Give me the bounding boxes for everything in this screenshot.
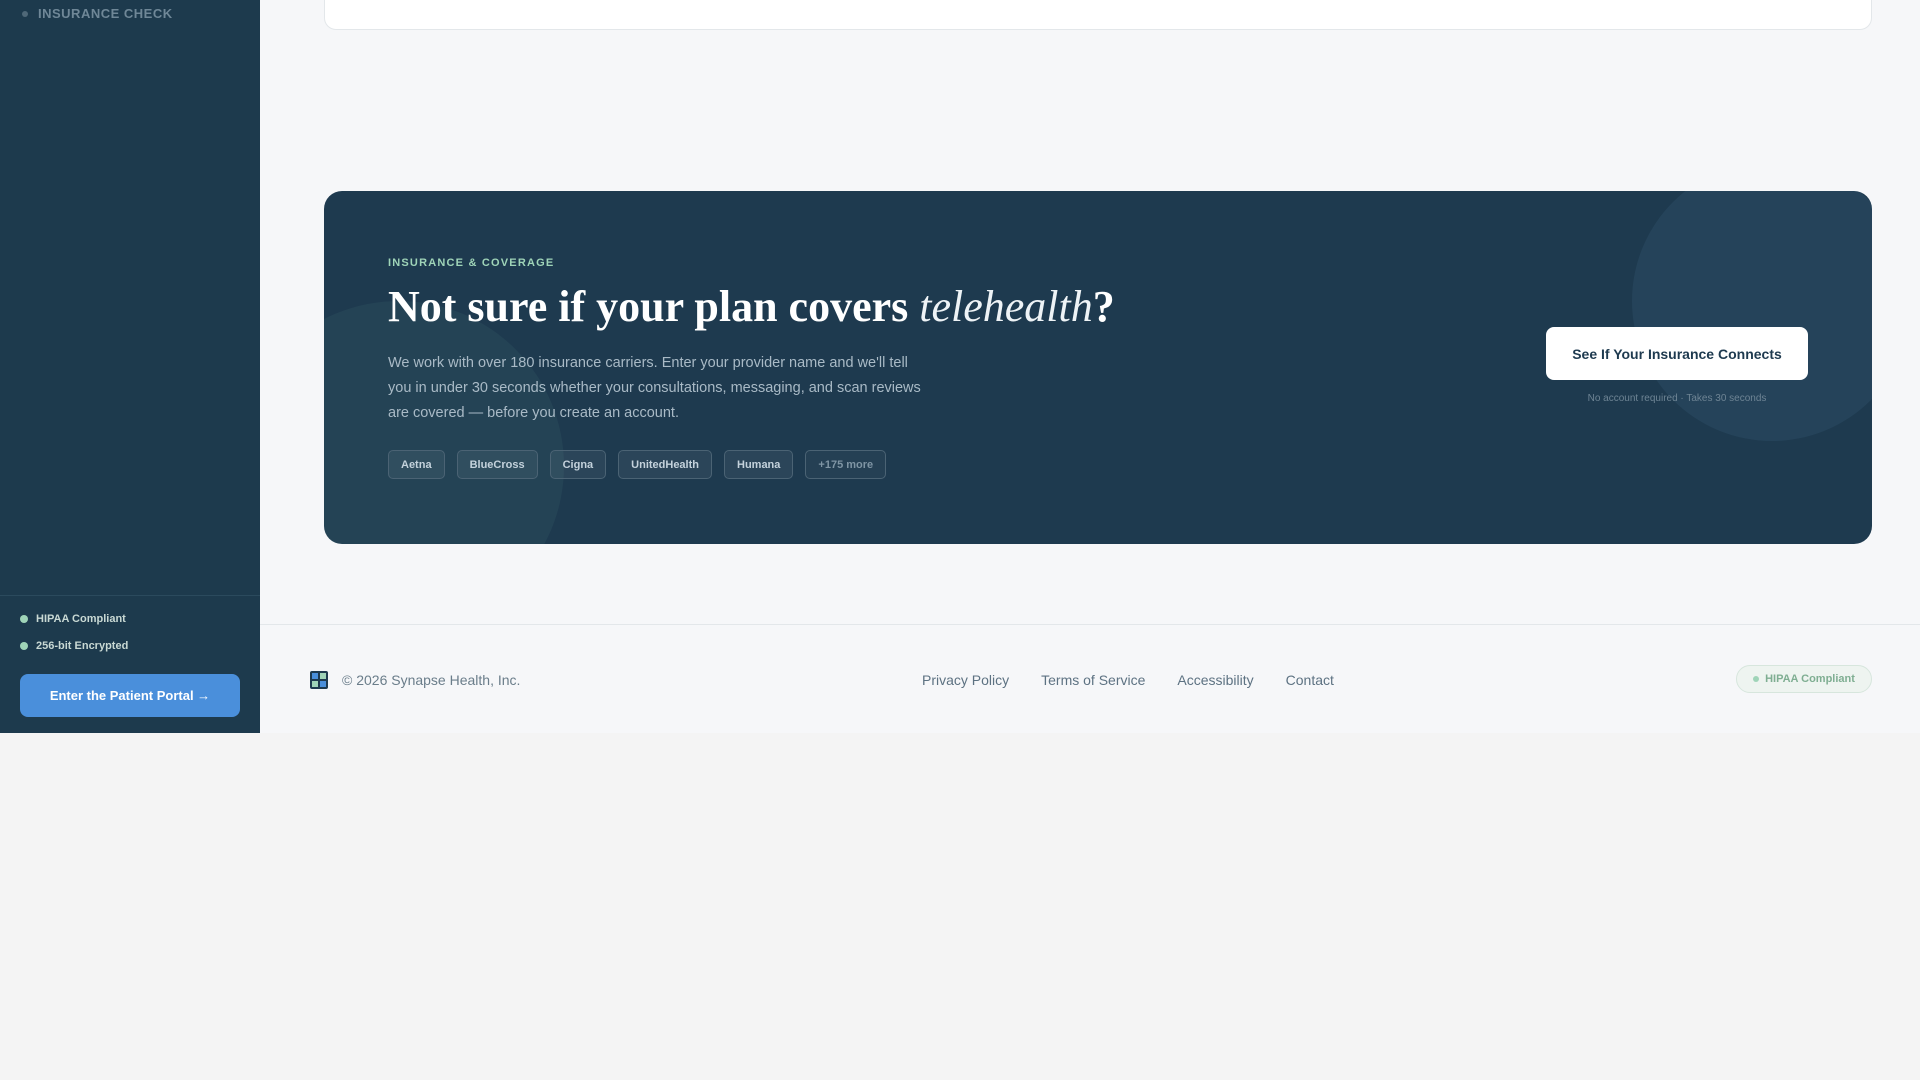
footer-copyright: © 2026 Synapse Health, Inc. [342,672,521,688]
trust-label: HIPAA Compliant [36,613,126,625]
footer-link-accessibility[interactable]: Accessibility [1177,672,1253,688]
trust-label: 256-bit Encrypted [36,640,129,652]
status-dot-icon [20,642,28,650]
headline-emphasis: telehealth [919,282,1093,331]
footer-link-contact[interactable]: Contact [1286,672,1334,688]
carrier-chip: Humana [724,450,794,479]
sidebar-item-insurance-check[interactable]: INSURANCE CHECK [22,6,173,21]
badge-label: HIPAA Compliant [1765,673,1855,685]
headline-text: Not sure if your plan covers [388,282,920,331]
carrier-chip: Aetna [388,450,445,479]
footer-nav: Privacy Policy Terms of Service Accessib… [922,672,1334,688]
cta-description: We work with over 180 insurance carriers… [388,355,921,421]
carrier-chip: UnitedHealth [618,450,712,479]
empty-viewport-area [0,733,1920,1080]
footer-link-privacy[interactable]: Privacy Policy [922,672,1009,688]
more-carriers-chip: +175 more [805,450,887,479]
trust-badge-hipaa: HIPAA Compliant [20,613,126,625]
content-card [324,0,1872,30]
sidebar-item-label: INSURANCE CHECK [38,6,173,21]
status-dot-icon [1753,676,1760,682]
insurance-cta-card: INSURANCE & COVERAGE Not sure if your pl… [324,191,1872,544]
section-eyebrow: INSURANCE & COVERAGE [388,257,555,269]
carrier-chip: Cigna [549,450,607,479]
carrier-list: Aetna BlueCross Cigna UnitedHealth Human… [388,450,887,479]
headline-question-mark: ? [1092,282,1115,331]
trust-badge-encryption: 256-bit Encrypted [20,640,128,652]
footer-link-terms[interactable]: Terms of Service [1041,672,1145,688]
check-insurance-button[interactable]: See If Your Insurance Connects [1546,327,1808,380]
carrier-chip: BlueCross [456,450,538,479]
patient-portal-button[interactable]: Enter the Patient Portal → [20,674,240,717]
button-note: No account required · Takes 30 seconds [1587,393,1767,404]
synapse-logo-icon [310,671,328,689]
sidebar-divider [0,595,260,596]
status-dot-icon [20,615,28,623]
hipaa-badge: HIPAA Compliant [1736,665,1872,693]
footer-divider [260,624,1920,625]
sidebar: INSURANCE CHECK HIPAA Compliant 256-bit … [0,0,260,733]
nav-dot-icon [22,10,28,17]
cta-headline: Not sure if your plan covers telehealth? [388,281,1115,332]
